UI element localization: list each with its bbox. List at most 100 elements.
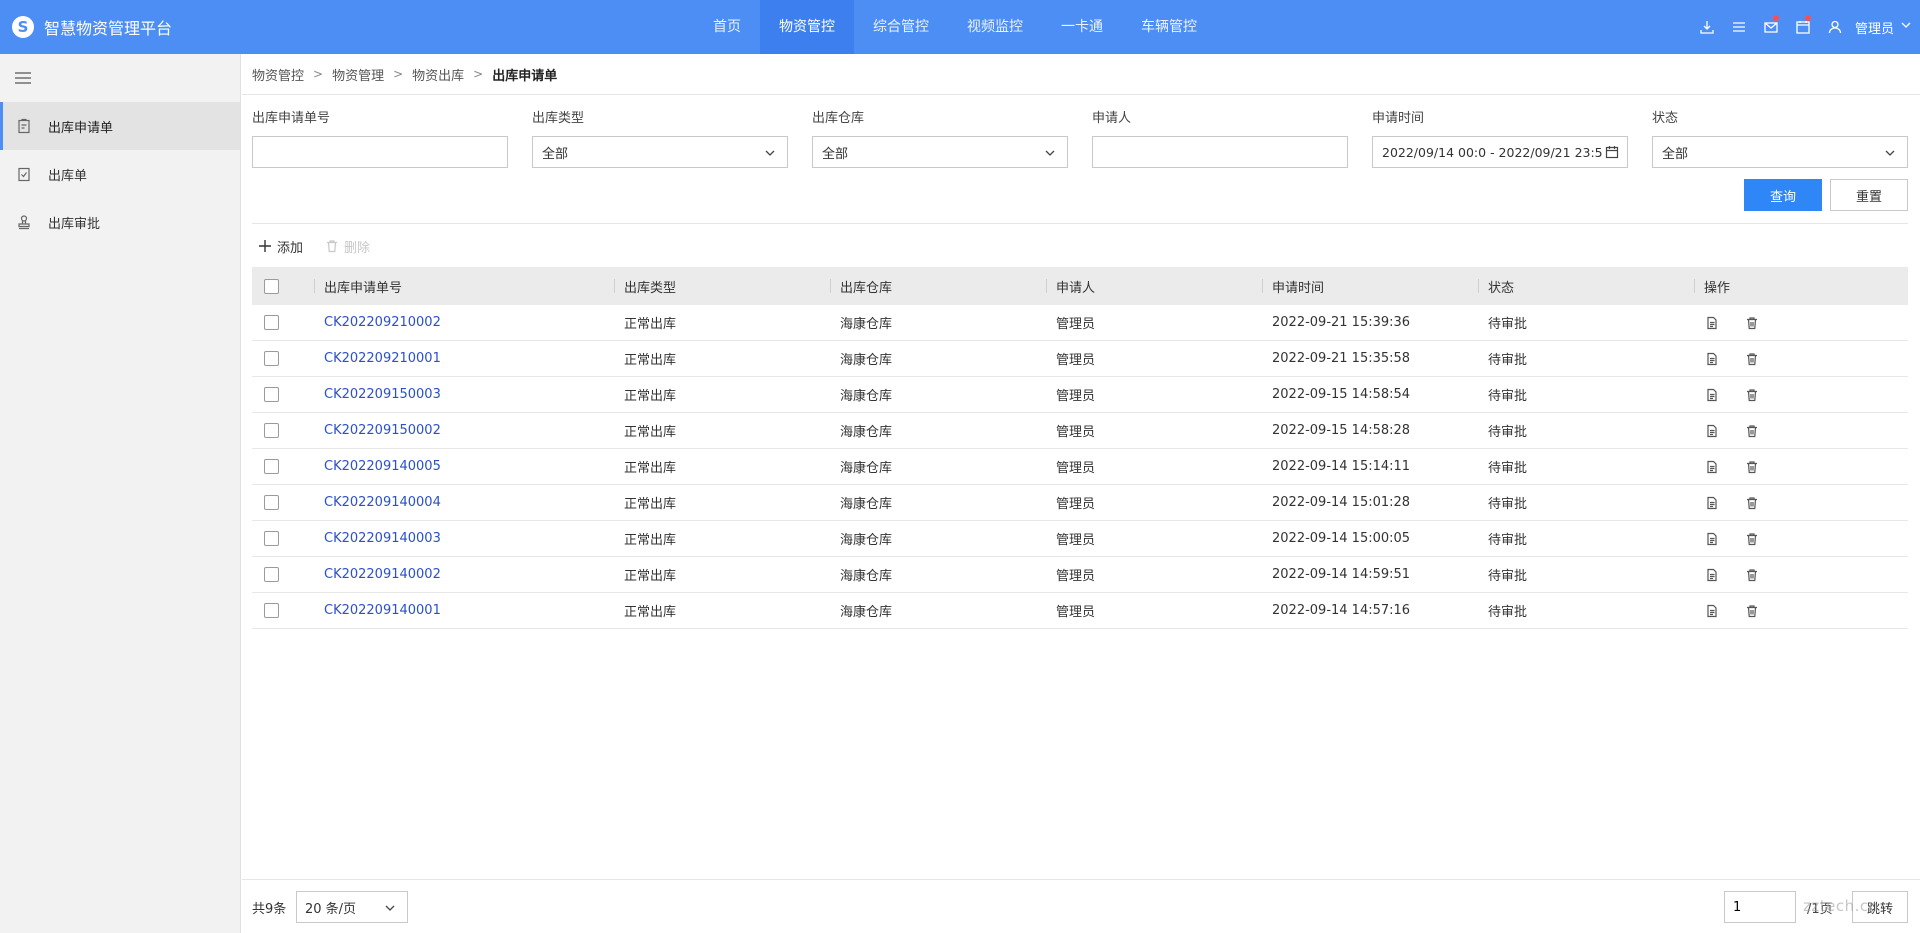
status-select[interactable]: 全部 <box>1652 136 1908 168</box>
trash-icon[interactable] <box>1744 495 1760 511</box>
reset-button[interactable]: 重置 <box>1830 179 1908 211</box>
row-checkbox-cell <box>252 387 324 402</box>
brand[interactable]: S 智慧物资管理平台 <box>12 0 172 54</box>
trash-icon[interactable] <box>1744 423 1760 439</box>
applicant-input[interactable] <box>1102 144 1338 160</box>
document-icon[interactable] <box>1704 567 1720 583</box>
row-checkbox[interactable] <box>264 459 279 474</box>
jump-button[interactable]: 跳转 <box>1852 891 1908 923</box>
user-name[interactable]: 管理员 <box>1855 18 1894 37</box>
apply-no-link[interactable]: CK202209140002 <box>324 567 624 582</box>
hamburger-icon[interactable] <box>14 71 32 85</box>
cell-warehouse: 海康仓库 <box>840 425 893 440</box>
breadcrumb-item[interactable]: 物资管理 <box>332 65 384 84</box>
breadcrumb-item[interactable]: 物资出库 <box>412 65 464 84</box>
trash-icon[interactable] <box>1744 459 1760 475</box>
calendar-icon[interactable] <box>1605 145 1619 163</box>
apply-no-link[interactable]: CK202209150002 <box>324 423 624 438</box>
date-range-picker[interactable]: 2022/09/14 00:0 - 2022/09/21 23:5 <box>1372 136 1628 168</box>
breadcrumb-item[interactable]: 物资管控 <box>252 65 304 84</box>
user-icon[interactable] <box>1819 0 1851 54</box>
filter-type: 出库类型 全部 <box>532 110 788 168</box>
row-checkbox-cell <box>252 423 324 438</box>
divider <box>1046 278 1047 293</box>
trash-icon[interactable] <box>1744 351 1760 367</box>
delete-button[interactable]: 删除 <box>325 237 370 256</box>
nav-integrated-control[interactable]: 综合管控 <box>854 0 948 54</box>
nav-vehicle-control[interactable]: 车辆管控 <box>1122 0 1216 54</box>
filter-warehouse: 出库仓库 全部 <box>812 110 1068 168</box>
trash-icon[interactable] <box>1744 387 1760 403</box>
cell-warehouse: 海康仓库 <box>840 497 893 512</box>
row-checkbox[interactable] <box>264 315 279 330</box>
sidebar-item-outbound-order[interactable]: 出库单 <box>0 150 240 198</box>
apply-no-input[interactable] <box>262 144 498 160</box>
nav-card[interactable]: 一卡通 <box>1042 0 1122 54</box>
select-value: 全部 <box>1662 146 1689 162</box>
type-select[interactable]: 全部 <box>532 136 788 168</box>
page-size-value: 20 条/页 <box>305 901 357 917</box>
document-icon[interactable] <box>1704 495 1720 511</box>
chevron-down-icon[interactable] <box>1900 19 1912 35</box>
apply-no-link[interactable]: CK202209150003 <box>324 387 624 402</box>
row-checkbox-cell <box>252 567 324 582</box>
cell-time: 2022-09-14 15:00:05 <box>1272 531 1411 546</box>
document-icon[interactable] <box>1704 351 1720 367</box>
sidebar: 出库申请单 出库单 出库审批 <box>0 54 241 933</box>
row-checkbox[interactable] <box>264 495 279 510</box>
nav-home[interactable]: 首页 <box>694 0 760 54</box>
mail-icon[interactable] <box>1755 0 1787 54</box>
apply-no-link[interactable]: CK202209140001 <box>324 603 624 618</box>
row-checkbox[interactable] <box>264 387 279 402</box>
row-checkbox[interactable] <box>264 567 279 582</box>
apply-no-input-box[interactable] <box>252 136 508 168</box>
row-checkbox[interactable] <box>264 423 279 438</box>
calendar-icon[interactable] <box>1787 0 1819 54</box>
list-icon[interactable] <box>1723 0 1755 54</box>
apply-no-link[interactable]: CK202209140004 <box>324 495 624 510</box>
row-checkbox[interactable] <box>264 603 279 618</box>
table-row: CK202209150002 正常出库 海康仓库 管理员 2022-09-15 14:5… <box>252 413 1908 449</box>
document-icon[interactable] <box>1704 315 1720 331</box>
cell-status: 待审批 <box>1488 605 1528 620</box>
trash-icon[interactable] <box>1744 603 1760 619</box>
document-icon[interactable] <box>1704 387 1720 403</box>
document-icon[interactable] <box>1704 423 1720 439</box>
nav-material-control[interactable]: 物资管控 <box>760 0 854 54</box>
document-icon[interactable] <box>1704 531 1720 547</box>
nav-video-monitor[interactable]: 视频监控 <box>948 0 1042 54</box>
header-status: 状态 <box>1478 277 1704 296</box>
apply-no-link[interactable]: CK202209140003 <box>324 531 624 546</box>
warehouse-select[interactable]: 全部 <box>812 136 1068 168</box>
logo-icon: S <box>12 16 34 38</box>
clipboard-icon <box>16 118 32 134</box>
cell-type: 正常出库 <box>624 605 677 620</box>
apply-no-link[interactable]: CK202209140005 <box>324 459 624 474</box>
apply-no-link[interactable]: CK202209210001 <box>324 351 624 366</box>
sidebar-item-outbound-approval[interactable]: 出库审批 <box>0 198 240 246</box>
page-size-select[interactable]: 20 条/页 <box>296 891 408 923</box>
applicant-input-box[interactable] <box>1092 136 1348 168</box>
apply-no-link[interactable]: CK202209210002 <box>324 315 624 330</box>
query-button[interactable]: 查询 <box>1744 179 1822 211</box>
sidebar-item-label: 出库申请单 <box>48 120 114 136</box>
header-time: 申请时间 <box>1262 277 1488 296</box>
document-icon[interactable] <box>1704 603 1720 619</box>
cell-warehouse: 海康仓库 <box>840 605 893 620</box>
page-number-input[interactable] <box>1733 899 1795 915</box>
select-all-checkbox[interactable] <box>264 278 279 294</box>
sidebar-item-apply-form[interactable]: 出库申请单 <box>0 102 240 150</box>
trash-icon[interactable] <box>1744 567 1760 583</box>
menu-toggle[interactable] <box>0 54 240 102</box>
cell-status: 待审批 <box>1488 389 1528 404</box>
row-checkbox[interactable] <box>264 531 279 546</box>
add-button[interactable]: 添加 <box>258 237 303 256</box>
download-icon[interactable] <box>1691 0 1723 54</box>
trash-icon[interactable] <box>1744 531 1760 547</box>
page-number-input-box[interactable] <box>1724 891 1796 923</box>
cell-warehouse: 海康仓库 <box>840 353 893 368</box>
row-checkbox[interactable] <box>264 351 279 366</box>
select-value: 全部 <box>822 146 849 162</box>
document-icon[interactable] <box>1704 459 1720 475</box>
trash-icon[interactable] <box>1744 315 1760 331</box>
